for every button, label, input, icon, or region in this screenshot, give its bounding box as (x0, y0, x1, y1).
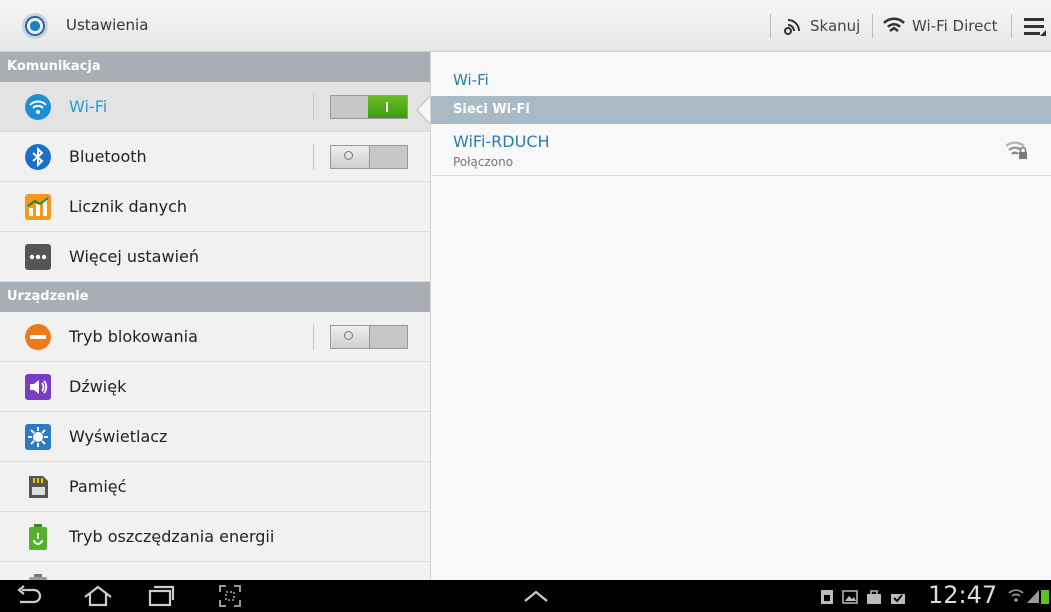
settings-item-label: Tryb oszczędzania energii (69, 527, 275, 546)
recent-apps-icon[interactable] (146, 584, 176, 608)
settings-item-storage[interactable]: Pamięć (0, 462, 430, 512)
divider (1011, 14, 1012, 38)
settings-item-label: Bluetooth (69, 147, 147, 166)
panel-title: Wi-Fi (453, 71, 489, 89)
divider (313, 94, 314, 120)
network-name: WiFi-RDUCH (453, 132, 550, 151)
wifi-status-icon (1008, 589, 1024, 602)
scan-icon (784, 19, 800, 35)
chevron-up-icon[interactable] (522, 588, 550, 604)
menu-icon (1024, 18, 1046, 36)
wifi-direct-icon (883, 17, 905, 32)
settings-item-more-settings[interactable]: Więcej ustawień (0, 232, 430, 282)
wifi-icon (25, 94, 51, 120)
settings-item-sound[interactable]: Dźwięk (0, 362, 430, 412)
settings-item-power-saving[interactable]: Tryb oszczędzania energii (0, 512, 430, 562)
settings-item-label: Wyświetlacz (69, 427, 168, 446)
settings-item-partial[interactable] (0, 562, 430, 580)
divider (313, 324, 314, 350)
screenshot-icon[interactable] (218, 584, 242, 608)
update-notification-icon (891, 594, 905, 604)
display-icon (25, 424, 51, 450)
blocking-mode-icon (25, 324, 51, 350)
divider (770, 14, 771, 38)
action-bar: Ustawienia Skanuj Wi-Fi Direct (0, 0, 1051, 52)
blocking-mode-toggle[interactable] (330, 325, 408, 349)
section-header-communication: Komunikacja (0, 52, 430, 82)
home-icon[interactable] (82, 584, 114, 608)
settings-item-label: Tryb blokowania (69, 327, 198, 346)
wifi-secured-signal-icon (1005, 141, 1027, 159)
settings-item-label: Licznik danych (69, 197, 187, 216)
power-saving-icon (29, 524, 47, 550)
wifi-detail-panel: Wi-Fi Sieci Wi-Fi WiFi-RDUCH Połączono (430, 52, 1051, 580)
battery-status-icon (1041, 590, 1049, 604)
app-title: Ustawienia (66, 16, 149, 34)
scan-label: Skanuj (810, 17, 861, 35)
sound-icon (25, 374, 51, 400)
bluetooth-icon (25, 144, 51, 170)
network-status: Połączono (453, 155, 514, 169)
section-header-wifi-networks: Sieci Wi-Fi (431, 96, 1051, 124)
settings-item-label: Wi-Fi (69, 97, 108, 116)
settings-item-display[interactable]: Wyświetlacz (0, 412, 430, 462)
wifi-direct-button[interactable]: Wi-Fi Direct (882, 14, 997, 38)
scan-button[interactable]: Skanuj (782, 14, 860, 38)
more-settings-icon (25, 244, 51, 270)
system-bar: 12:47 (0, 580, 1051, 612)
settings-icon[interactable] (22, 13, 48, 39)
settings-item-label: Pamięć (69, 477, 127, 496)
divider (313, 144, 314, 170)
divider (872, 14, 873, 38)
clock: 12:47 (928, 581, 998, 609)
network-list-item[interactable]: WiFi-RDUCH Połączono (431, 124, 1051, 176)
wifi-toggle[interactable] (330, 95, 408, 119)
settings-item-data-usage[interactable]: Licznik danych (0, 182, 430, 232)
settings-item-label: Dźwięk (69, 377, 127, 396)
image-notification-icon (842, 590, 858, 604)
settings-item-label: Więcej ustawień (69, 247, 199, 266)
bluetooth-toggle[interactable] (330, 145, 408, 169)
settings-item-wifi[interactable]: Wi-Fi (0, 82, 430, 132)
settings-item-bluetooth[interactable]: Bluetooth (0, 132, 430, 182)
section-header-device: Urządzenie (0, 282, 430, 312)
store-notification-icon (867, 590, 881, 604)
data-usage-icon (25, 194, 51, 220)
settings-list: Komunikacja Wi-Fi Bluetooth Licznik dany… (0, 52, 430, 580)
settings-item-blocking-mode[interactable]: Tryb blokowania (0, 312, 430, 362)
wifi-direct-label: Wi-Fi Direct (912, 17, 998, 35)
sim-notification-icon (821, 590, 833, 604)
back-icon[interactable] (14, 584, 44, 608)
signal-strength-icon (1027, 590, 1039, 603)
overflow-menu-button[interactable] (1024, 16, 1046, 40)
storage-icon (29, 476, 48, 498)
